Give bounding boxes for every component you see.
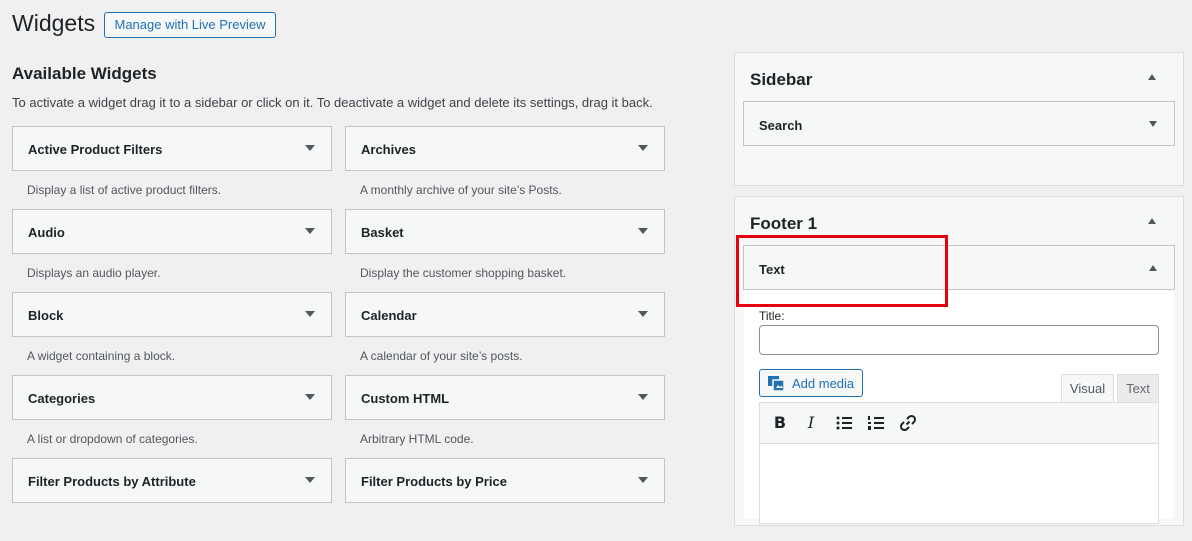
title-label: Title:	[759, 309, 785, 323]
chevron-down-icon[interactable]	[638, 228, 648, 234]
widget-title: Filter Products by Attribute	[28, 474, 196, 489]
chevron-up-icon[interactable]	[1148, 218, 1156, 224]
available-widgets-heading: Available Widgets	[12, 64, 157, 83]
widget-description: Display the customer shopping basket.	[360, 266, 567, 280]
widget-item: Audio Displays an audio player.	[12, 209, 332, 292]
widget-block[interactable]: Block	[12, 292, 332, 337]
widget-archives[interactable]: Archives	[345, 126, 665, 171]
widget-item: Calendar A calendar of your site’s posts…	[345, 292, 665, 375]
widget-item: Basket Display the customer shopping bas…	[345, 209, 665, 292]
widget-item: Categories A list or dropdown of categor…	[12, 375, 332, 458]
widget-active-product-filters[interactable]: Active Product Filters	[12, 126, 332, 171]
widget-title: Block	[28, 308, 64, 323]
widget-column-left: Active Product Filters Display a list of…	[12, 126, 332, 541]
title-input[interactable]	[759, 325, 1159, 355]
widget-title: Active Product Filters	[28, 142, 163, 157]
widget-filter-products-by-price[interactable]: Filter Products by Price	[345, 458, 665, 503]
widget-title: Archives	[361, 142, 416, 157]
widget-item: Custom HTML Arbitrary HTML code.	[345, 375, 665, 458]
chevron-down-icon[interactable]	[305, 311, 315, 317]
widget-description: A widget containing a block.	[27, 349, 176, 363]
widget-title: Filter Products by Price	[361, 474, 507, 489]
bold-icon[interactable]: B	[770, 413, 790, 433]
chevron-down-icon[interactable]	[305, 477, 315, 483]
widget-description: A list or dropdown of categories.	[27, 432, 198, 446]
chevron-down-icon[interactable]	[638, 394, 648, 400]
sidebar-search-widget-title: Search	[759, 118, 803, 133]
add-media-button[interactable]: Add media	[759, 369, 863, 397]
widget-audio[interactable]: Audio	[12, 209, 332, 254]
italic-icon[interactable]: I	[801, 413, 821, 433]
highlight-annotation	[736, 235, 948, 307]
widget-title: Custom HTML	[361, 391, 450, 406]
sidebar-search-widget[interactable]: Search	[743, 101, 1175, 146]
widget-item: Block A widget containing a block.	[12, 292, 332, 375]
widget-basket[interactable]: Basket	[345, 209, 665, 254]
add-media-icon	[768, 376, 784, 391]
widget-title: Calendar	[361, 308, 417, 323]
chevron-up-icon[interactable]	[1148, 74, 1156, 80]
available-widgets-description: To activate a widget drag it to a sideba…	[12, 95, 653, 110]
sidebar-panel-title[interactable]: Sidebar	[750, 70, 812, 90]
widget-item: Active Product Filters Display a list of…	[12, 126, 332, 209]
widget-column-right: Archives A monthly archive of your site’…	[345, 126, 665, 541]
page-title: Widgets	[12, 10, 96, 36]
widget-description: A monthly archive of your site’s Posts.	[360, 183, 562, 197]
widget-title: Basket	[361, 225, 404, 240]
chevron-down-icon[interactable]	[638, 311, 648, 317]
widget-description: A calendar of your site’s posts.	[360, 349, 523, 363]
widget-item: Archives A monthly archive of your site’…	[345, 126, 665, 209]
chevron-down-icon[interactable]	[305, 228, 315, 234]
link-icon[interactable]	[898, 413, 918, 433]
widget-description: Display a list of active product filters…	[27, 183, 222, 197]
widget-description: Displays an audio player.	[27, 266, 161, 280]
editor-toolbar: B I	[759, 402, 1159, 444]
widget-description: Arbitrary HTML code.	[360, 432, 474, 446]
footer-1-panel-title[interactable]: Footer 1	[750, 214, 817, 234]
add-media-label: Add media	[792, 376, 855, 391]
tab-text[interactable]: Text	[1117, 374, 1159, 402]
chevron-down-icon[interactable]	[305, 394, 315, 400]
bulleted-list-icon[interactable]	[834, 413, 854, 433]
numbered-list-icon[interactable]	[866, 413, 886, 433]
tab-visual[interactable]: Visual	[1061, 374, 1114, 402]
widget-title: Categories	[28, 391, 96, 406]
widget-filter-products-by-attribute[interactable]: Filter Products by Attribute	[12, 458, 332, 503]
widget-item: Filter Products by Attribute	[12, 458, 332, 541]
chevron-down-icon[interactable]	[305, 145, 315, 151]
chevron-down-icon[interactable]	[1149, 121, 1157, 127]
chevron-down-icon[interactable]	[638, 145, 648, 151]
chevron-down-icon[interactable]	[638, 477, 648, 483]
chevron-up-icon[interactable]	[1149, 265, 1157, 271]
widget-item: Filter Products by Price	[345, 458, 665, 541]
editor-body[interactable]	[759, 444, 1159, 524]
widget-categories[interactable]: Categories	[12, 375, 332, 420]
widget-custom-html[interactable]: Custom HTML	[345, 375, 665, 420]
widget-calendar[interactable]: Calendar	[345, 292, 665, 337]
widget-title: Audio	[28, 225, 65, 240]
manage-live-preview-button[interactable]: Manage with Live Preview	[104, 12, 276, 38]
